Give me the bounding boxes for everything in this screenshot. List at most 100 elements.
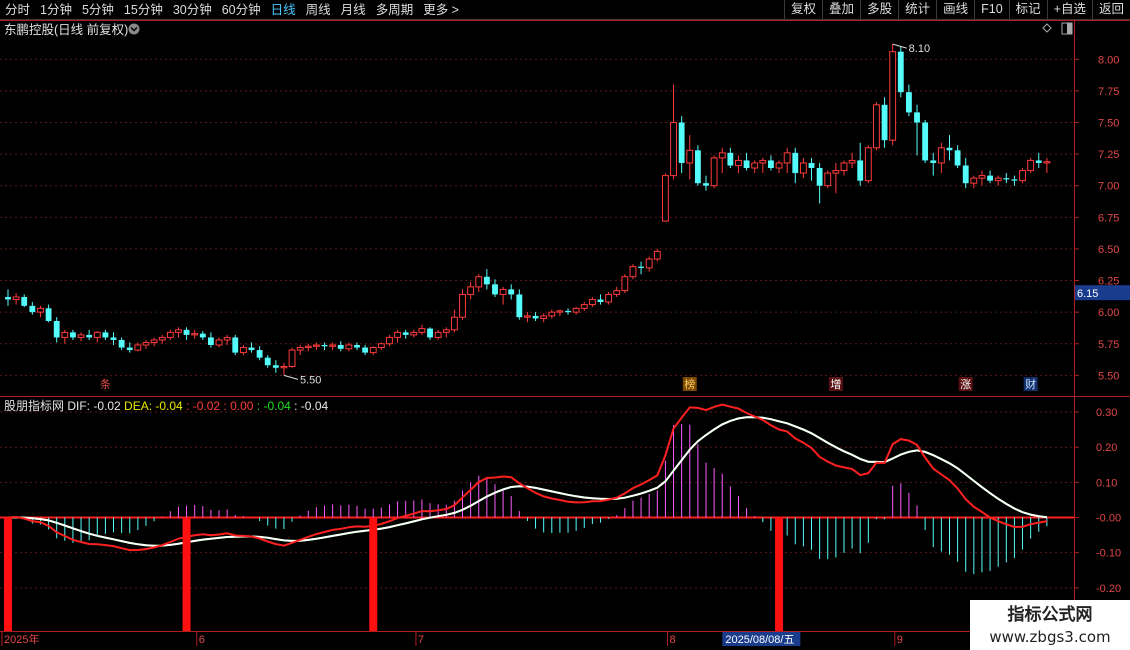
candle-body: [191, 333, 199, 336]
dea-green-line: [7, 416, 1048, 547]
chart-grid: [0, 58, 1074, 589]
tool-button-3[interactable]: 统计: [898, 0, 936, 19]
date-label-0: 2025年: [4, 632, 39, 646]
candle-body: [857, 160, 864, 181]
candle-body: [77, 334, 85, 338]
candle-body: [1035, 160, 1042, 163]
candle-body: [678, 122, 685, 163]
candle-body: [638, 266, 644, 268]
candle-body: [1019, 170, 1026, 182]
candle-body: [914, 112, 920, 123]
candle-body: [978, 175, 986, 179]
candle-body: [175, 329, 182, 333]
period-tab-0[interactable]: 分时: [0, 0, 35, 20]
candle-body: [661, 175, 669, 222]
tool-button-5[interactable]: F10: [974, 0, 1009, 19]
candle-body: [475, 276, 483, 288]
tool-button-2[interactable]: 多股: [860, 0, 898, 19]
legend-item-0: DIF: -0.02: [67, 399, 124, 413]
candle-body: [572, 307, 580, 313]
candle-body: [248, 347, 255, 351]
candle-body: [873, 104, 880, 149]
candle-body: [524, 315, 531, 318]
candle-body: [434, 331, 442, 338]
candle-body: [946, 147, 953, 151]
legend-item-1: DEA: -0.04: [124, 399, 186, 413]
candle-body: [897, 51, 904, 93]
candle-body: [516, 294, 523, 318]
chevron-down-icon: [128, 23, 140, 35]
price-tick-label-3: 7.25: [1098, 149, 1119, 161]
candle-body: [743, 160, 750, 169]
period-tab-4[interactable]: 30分钟: [168, 0, 217, 20]
candle-body: [312, 344, 320, 347]
watermark-url: www.zbgs3.com: [989, 628, 1111, 646]
candle-body: [354, 345, 360, 348]
diamond-icon: [1042, 23, 1052, 33]
candle-body: [142, 341, 150, 346]
tool-button-7[interactable]: +自选: [1046, 0, 1092, 19]
event-marker-0: 条: [100, 377, 111, 391]
tool-button-4[interactable]: 画线: [936, 0, 974, 19]
period-tab-10[interactable]: 更多 >: [418, 0, 464, 20]
legend-item-4: : -0.04: [257, 399, 294, 413]
candle-body: [492, 284, 498, 295]
period-tab-6[interactable]: 日线: [266, 0, 301, 20]
candle-body: [442, 329, 450, 333]
tool-button-8[interactable]: 返回: [1091, 0, 1130, 19]
candle-body: [45, 308, 52, 321]
candle-body: [288, 349, 296, 368]
price-tick-label-2: 7.50: [1098, 118, 1119, 130]
candle-body: [727, 152, 734, 166]
indicator-tick-label-5: -0.20: [1096, 583, 1121, 595]
panel-toggle-fill: [1067, 23, 1072, 34]
candle-body: [710, 157, 718, 187]
candle-body: [808, 162, 815, 169]
candle-body: [12, 296, 20, 301]
candle-body: [864, 147, 872, 182]
period-tab-9[interactable]: 多周期: [371, 0, 419, 20]
period-tab-3[interactable]: 15分钟: [119, 0, 168, 20]
candle-body: [134, 344, 142, 351]
candle-body: [158, 336, 166, 341]
candle-body: [239, 347, 247, 354]
period-tab-2[interactable]: 5分钟: [77, 0, 119, 20]
candle-body: [402, 332, 409, 335]
candle-body: [889, 51, 897, 141]
period-tab-1[interactable]: 1分钟: [35, 0, 77, 20]
tool-button-1[interactable]: 叠加: [822, 0, 860, 19]
price-tick-label-9: 5.75: [1098, 339, 1119, 351]
candle-body: [394, 331, 402, 338]
candle-body: [613, 290, 621, 295]
tool-button-6[interactable]: 标记: [1008, 0, 1047, 19]
candle-body: [70, 332, 76, 338]
date-label-2: 7: [418, 634, 424, 646]
tool-button-0[interactable]: 复权: [784, 0, 822, 19]
watermark-logo: 指标公式网 www.zbgs3.com: [970, 600, 1130, 650]
period-tab-7[interactable]: 周线: [301, 0, 336, 20]
candle-body: [199, 333, 206, 338]
candle-body: [540, 315, 548, 319]
low-label: 5.50: [300, 374, 321, 386]
candle-body: [1043, 161, 1051, 164]
candle-body: [166, 331, 174, 338]
period-tab-5[interactable]: 60分钟: [217, 0, 266, 20]
period-toolbar: 分时 1分钟 5分钟 15分钟 30分钟 60分钟 日线 周线 月线 多周期 更多 > 复权 叠加 多股…: [0, 0, 1130, 20]
chart-title: 东鹏控股(日线 前复权): [4, 22, 128, 37]
candle-body: [840, 162, 848, 172]
indicator-tick-label-0: 0.30: [1096, 407, 1117, 419]
candle-body: [848, 159, 856, 164]
candle-body: [937, 147, 945, 164]
price-tick-label-0: 8.00: [1098, 54, 1119, 66]
candle-body: [629, 266, 637, 278]
candle-body: [653, 250, 661, 260]
candle-body: [987, 175, 993, 181]
candle-body: [427, 328, 433, 338]
event-marker-4: 财: [1025, 377, 1036, 391]
price-tick-label-5: 6.75: [1098, 212, 1119, 224]
candle-body: [922, 122, 929, 161]
price-tick-label-6: 6.50: [1098, 244, 1119, 256]
price-tick-label-1: 7.75: [1098, 86, 1119, 98]
period-tab-8[interactable]: 月线: [336, 0, 371, 20]
current-price-label: 6.15: [1077, 288, 1098, 300]
